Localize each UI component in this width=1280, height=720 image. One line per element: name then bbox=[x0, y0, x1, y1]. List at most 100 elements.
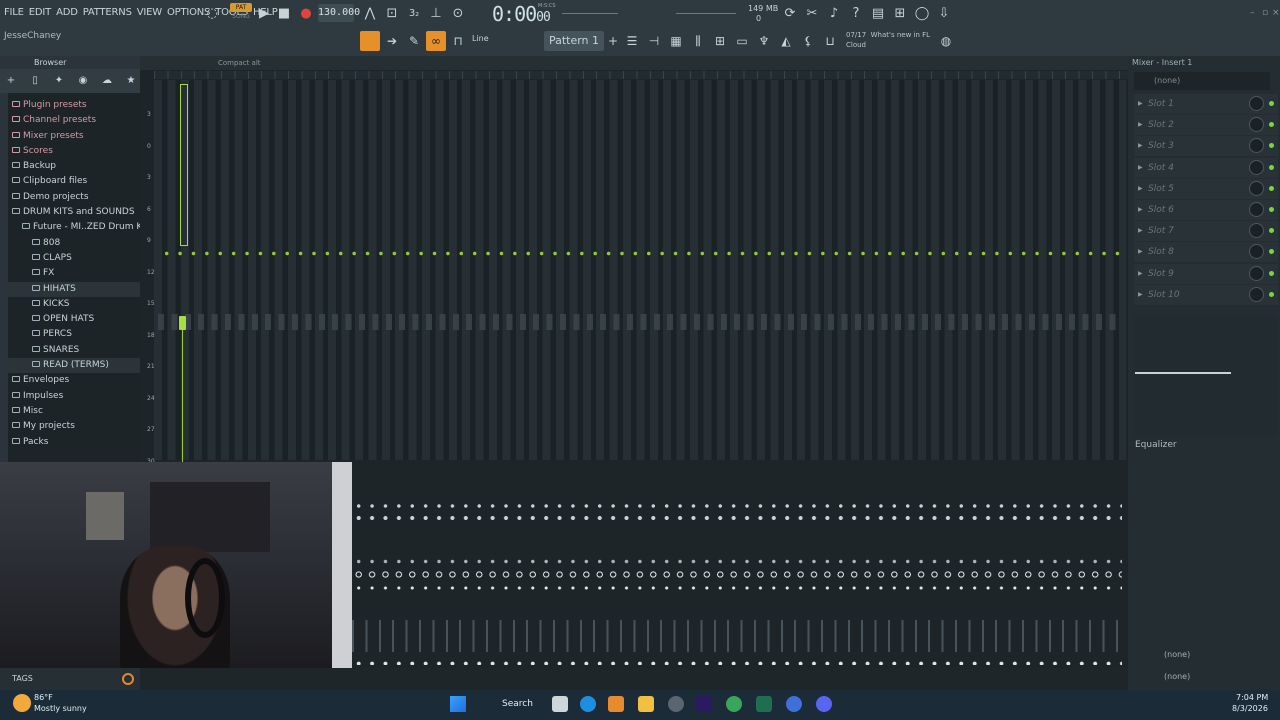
playlist-icon[interactable]: ☰ bbox=[622, 31, 642, 51]
taskbar-search[interactable]: Search bbox=[482, 694, 544, 714]
sample-icon[interactable]: ◉ bbox=[76, 74, 90, 88]
step-leds-row[interactable] bbox=[160, 251, 1120, 256]
browser-item[interactable]: DRUM KITS and SOUNDS bbox=[8, 205, 140, 220]
browser-item[interactable]: Envelopes bbox=[8, 373, 140, 388]
slot-enable-led[interactable] bbox=[1269, 122, 1274, 128]
chat-icon[interactable]: ◯ bbox=[912, 4, 932, 24]
wand-icon[interactable]: ⚸ bbox=[798, 31, 818, 51]
save-icon[interactable]: ▤ bbox=[868, 4, 888, 24]
slot-enable-led[interactable] bbox=[1269, 164, 1274, 170]
countdown-icon[interactable]: 3₂ bbox=[404, 4, 424, 24]
weather-icon[interactable] bbox=[13, 694, 31, 712]
add-pattern-icon[interactable]: + bbox=[603, 31, 623, 51]
mixer-output-select-1[interactable]: (none) bbox=[1134, 646, 1278, 664]
browser-item[interactable]: Clipboard files bbox=[8, 174, 140, 189]
maximize-icon[interactable]: ▫ bbox=[1262, 8, 1268, 18]
mixer-icon[interactable]: ⫼ bbox=[688, 31, 708, 51]
mixer-slot[interactable]: ▶ Slot 7 bbox=[1134, 221, 1278, 242]
browser-item[interactable]: Plugin presets bbox=[8, 98, 140, 113]
excel-icon[interactable] bbox=[756, 696, 772, 712]
news-panel[interactable]: 07/17 What's new in FL Cloud bbox=[846, 30, 930, 50]
pan-knob-row[interactable] bbox=[352, 570, 1122, 579]
settings-icon[interactable] bbox=[668, 696, 684, 712]
master-volume-slider[interactable] bbox=[562, 13, 618, 14]
route-arrows-row[interactable] bbox=[352, 502, 1122, 510]
browser-item[interactable]: 808 bbox=[8, 236, 140, 251]
slot-mix-knob[interactable] bbox=[1249, 265, 1264, 281]
browser-item[interactable]: CLAPS bbox=[8, 251, 140, 266]
browser-item[interactable]: Misc bbox=[8, 404, 140, 419]
mute-dot-row[interactable] bbox=[352, 585, 1122, 591]
download-icon[interactable]: ⇩ bbox=[934, 4, 954, 24]
plugin-browse-icon[interactable]: ✦ bbox=[52, 74, 66, 88]
mixer-slot[interactable]: ▶ Slot 8 bbox=[1134, 242, 1278, 263]
browser-icon[interactable]: ⊞ bbox=[710, 31, 730, 51]
browser-item[interactable]: READ (TERMS) bbox=[8, 358, 140, 374]
pencil-icon[interactable]: ✎ bbox=[404, 31, 424, 51]
add-icon[interactable]: + bbox=[4, 74, 18, 88]
slot-mix-knob[interactable] bbox=[1249, 96, 1264, 111]
master-pitch-slider[interactable] bbox=[676, 13, 736, 14]
premiere-icon[interactable] bbox=[696, 696, 712, 712]
start-icon[interactable] bbox=[450, 696, 466, 712]
step-edit-icon[interactable]: ⊥ bbox=[426, 4, 446, 24]
browser-item[interactable]: Backup bbox=[8, 159, 140, 174]
mixer-input-select[interactable]: (none) bbox=[1134, 72, 1270, 90]
mixer-slot[interactable]: ▶ Slot 2 bbox=[1134, 115, 1278, 136]
stamp-icon[interactable]: ⊓ bbox=[448, 31, 468, 51]
plugin-icon[interactable]: ⊞ bbox=[890, 4, 910, 24]
slot-enable-led[interactable] bbox=[1269, 291, 1274, 297]
browser-item[interactable]: Future - MI..ZED Drum Kit bbox=[8, 220, 140, 235]
browser-item[interactable]: Demo projects bbox=[8, 190, 140, 205]
discord-icon[interactable] bbox=[816, 696, 832, 712]
pattern-selector[interactable]: Pattern 1 bbox=[544, 31, 604, 51]
slot-mix-knob[interactable] bbox=[1249, 223, 1264, 239]
arrow-right-icon[interactable]: ➔ bbox=[382, 31, 402, 51]
notes-icon[interactable]: ▭ bbox=[732, 31, 752, 51]
cloud-icon[interactable]: ☁ bbox=[100, 74, 114, 88]
mic-icon[interactable]: ♪ bbox=[824, 4, 844, 24]
rack-view-label[interactable]: Compact alt bbox=[218, 56, 261, 70]
browser-item[interactable]: Impulses bbox=[8, 389, 140, 404]
browser-item[interactable]: PERCS bbox=[8, 327, 140, 342]
cut-icon[interactable]: ✂ bbox=[802, 4, 822, 24]
browser-item[interactable]: FX bbox=[8, 266, 140, 281]
menu-view[interactable]: VIEW bbox=[137, 7, 162, 18]
slot-mix-knob[interactable] bbox=[1249, 180, 1264, 196]
mixer-slot[interactable]: ▶ Slot 4 bbox=[1134, 157, 1278, 178]
menu-add[interactable]: ADD bbox=[56, 7, 78, 18]
piano-roll-mode-button[interactable] bbox=[360, 31, 380, 51]
menu-edit[interactable]: EDIT bbox=[29, 7, 51, 18]
loop-record-icon[interactable]: ⊙ bbox=[448, 4, 468, 24]
slot-enable-led[interactable] bbox=[1269, 101, 1274, 106]
mixer-fader[interactable] bbox=[1135, 372, 1231, 374]
channel-knobs-row[interactable] bbox=[158, 314, 1120, 330]
slot-enable-led[interactable] bbox=[1269, 185, 1274, 191]
browser-item[interactable]: Scores bbox=[8, 144, 140, 159]
file-icon[interactable]: ▯ bbox=[28, 74, 42, 88]
wait-icon[interactable]: ⊡ bbox=[382, 4, 402, 24]
tags-label[interactable]: TAGS bbox=[0, 668, 140, 690]
stop-icon[interactable]: ■ bbox=[274, 4, 294, 24]
browser-item[interactable]: My projects bbox=[8, 419, 140, 434]
piano-roll-icon[interactable]: ⊣ bbox=[644, 31, 664, 51]
star-icon[interactable]: ★ bbox=[124, 74, 138, 88]
cart-icon[interactable]: ⊔ bbox=[820, 31, 840, 51]
app-icon[interactable] bbox=[786, 696, 802, 712]
slot-mix-knob[interactable] bbox=[1249, 202, 1264, 217]
pat-song-toggle[interactable]: PAT SONG bbox=[230, 3, 252, 23]
slot-enable-led[interactable] bbox=[1269, 249, 1274, 255]
slot-mix-knob[interactable] bbox=[1249, 117, 1264, 133]
slot-mix-knob[interactable] bbox=[1249, 244, 1264, 260]
stereo-separation-row[interactable] bbox=[352, 514, 1122, 522]
slot-enable-led[interactable] bbox=[1269, 143, 1274, 149]
tempo-display[interactable]: 130.000 bbox=[318, 4, 360, 22]
insert-labels-row[interactable] bbox=[352, 620, 1122, 652]
play-icon[interactable]: ▶ bbox=[254, 4, 274, 24]
step-columns[interactable] bbox=[154, 80, 1126, 460]
mixer-output-select-2[interactable]: (none) bbox=[1134, 668, 1278, 686]
channel-rack-icon[interactable]: ▦ bbox=[666, 31, 686, 51]
mixer-slot[interactable]: ▶ Slot 5 bbox=[1134, 178, 1278, 199]
help-icon[interactable]: ? bbox=[846, 4, 866, 24]
slot-mix-knob[interactable] bbox=[1249, 138, 1264, 154]
